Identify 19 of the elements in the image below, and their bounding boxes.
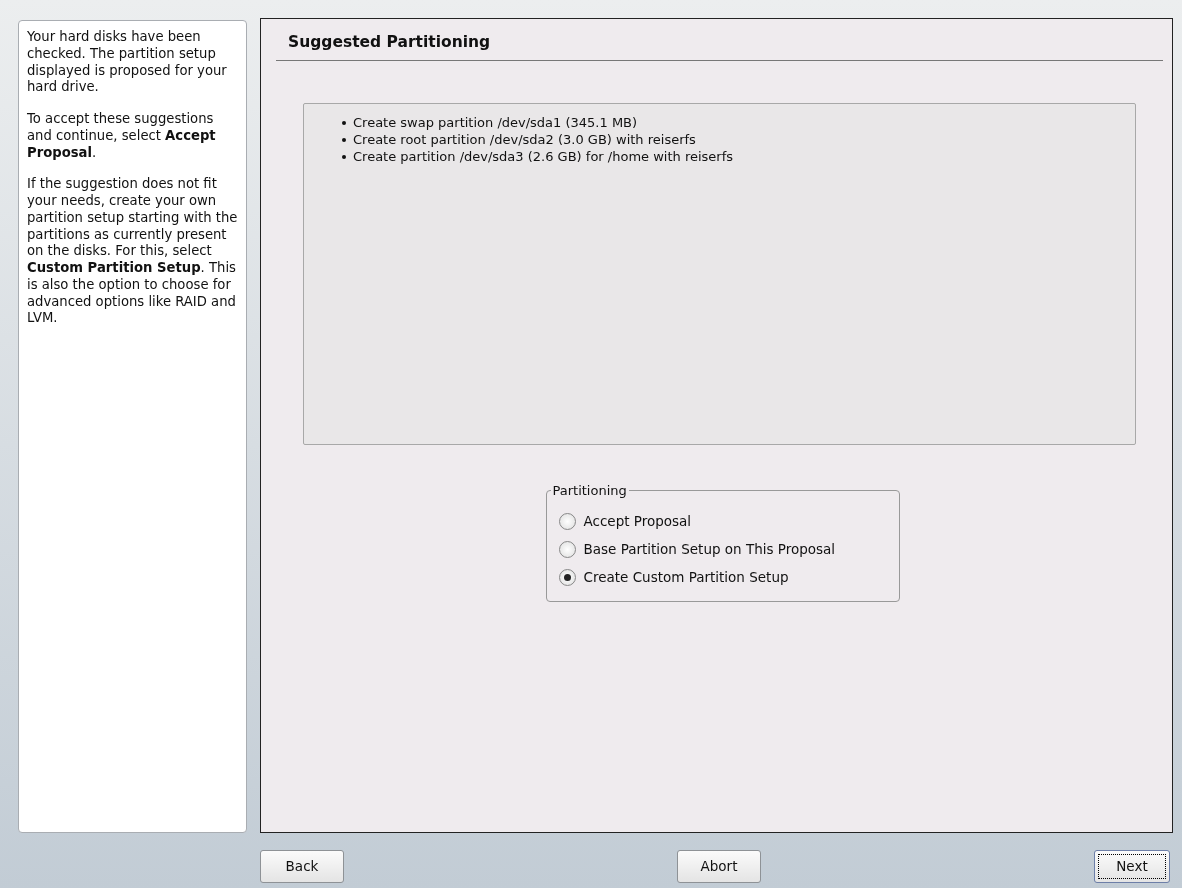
wizard-button[interactable]: Back: [260, 850, 344, 883]
radio-button[interactable]: [558, 540, 576, 558]
bullet-icon: [342, 120, 346, 125]
help-paragraph: Your hard disks have been checked. The partition setup displayed is proposed for your hard drive.: [27, 29, 228, 97]
radio-button[interactable]: [558, 512, 576, 530]
wizard-button[interactable]: Abort: [677, 850, 761, 883]
radio-label[interactable]: Base Partition Setup on This Proposal: [583, 539, 836, 560]
proposal-item: Create root partition /dev/sda2 (3.0 GB) with reiserfs: [353, 131, 696, 149]
radio-button[interactable]: [558, 568, 576, 586]
bullet-icon: [342, 154, 346, 159]
radio-label[interactable]: Create Custom Partition Setup: [583, 567, 789, 588]
help-paragraph: If the suggestion does not fit your needs, create your own partition setup starting with the partitions as currently present on the disks. For this, select Custom Partition Setup. This is also the option to choose for advanced options like RAID and LVM.: [27, 176, 238, 328]
proposal-item: Create swap partition /dev/sda1 (345.1 MB): [353, 114, 638, 132]
bullet-icon: [342, 137, 346, 142]
help-paragraph: To accept these suggestions and continue, select Accept Proposal.: [27, 111, 217, 162]
wizard-button[interactable]: Next: [1094, 850, 1170, 883]
page-title: Suggested Partitioning: [276, 19, 1163, 62]
radio-label[interactable]: Accept Proposal: [583, 511, 692, 532]
proposal-item: Create partition /dev/sda3 (2.6 GB) for /home with reiserfs: [353, 148, 734, 166]
